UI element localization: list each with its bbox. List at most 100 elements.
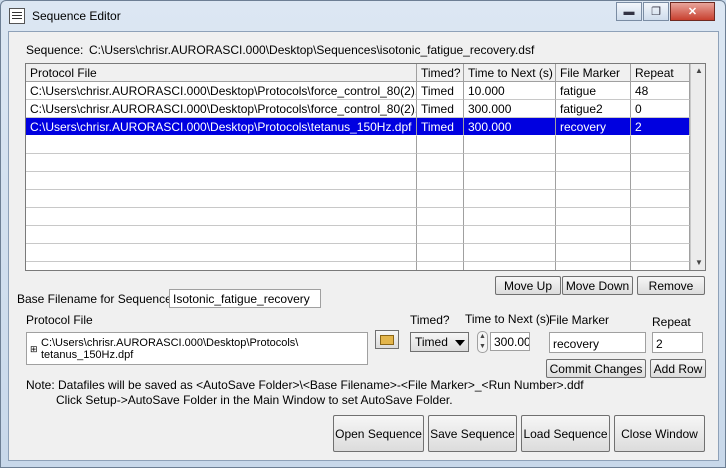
maximize-button[interactable]: ❐ bbox=[643, 2, 669, 21]
cell-timed[interactable]: Timed bbox=[417, 100, 464, 118]
cell-file-marker[interactable] bbox=[556, 190, 631, 208]
cell-timed[interactable] bbox=[417, 154, 464, 172]
move-up-button[interactable]: Move Up bbox=[495, 276, 561, 295]
col-time-to-next[interactable]: Time to Next (s) bbox=[464, 64, 556, 82]
cell-protocol-file[interactable] bbox=[26, 262, 417, 270]
base-filename-input[interactable]: Isotonic_fatigue_recovery bbox=[169, 289, 321, 308]
cell-repeat[interactable] bbox=[631, 136, 690, 154]
cell-file-marker[interactable] bbox=[556, 154, 631, 172]
cell-protocol-file[interactable] bbox=[26, 136, 417, 154]
cell-protocol-file[interactable] bbox=[26, 154, 417, 172]
cell-protocol-file[interactable] bbox=[26, 190, 417, 208]
cell-repeat[interactable] bbox=[631, 208, 690, 226]
table-row[interactable]: C:\Users\chrisr.AURORASCI.000\Desktop\Pr… bbox=[26, 100, 690, 118]
cell-file-marker[interactable] bbox=[556, 244, 631, 262]
table-row[interactable]: C:\Users\chrisr.AURORASCI.000\Desktop\Pr… bbox=[26, 82, 690, 100]
col-protocol-file[interactable]: Protocol File bbox=[26, 64, 417, 82]
cell-timed[interactable] bbox=[417, 226, 464, 244]
scroll-up-icon[interactable]: ▲ bbox=[695, 66, 703, 75]
file-marker-input[interactable]: recovery bbox=[549, 332, 646, 353]
cell-repeat[interactable] bbox=[631, 172, 690, 190]
cell-time-to-next[interactable] bbox=[464, 154, 556, 172]
remove-button[interactable]: Remove bbox=[637, 276, 705, 295]
cell-timed[interactable] bbox=[417, 244, 464, 262]
table-row[interactable] bbox=[26, 172, 690, 190]
protocol-table[interactable]: Protocol File Timed? Time to Next (s) Fi… bbox=[25, 63, 706, 271]
load-sequence-button[interactable]: Load Sequence bbox=[521, 415, 610, 452]
table-row[interactable] bbox=[26, 262, 690, 270]
table-scrollbar[interactable]: ▲ ▼ bbox=[690, 64, 705, 270]
table-row[interactable] bbox=[26, 226, 690, 244]
cell-file-marker[interactable] bbox=[556, 136, 631, 154]
cell-time-to-next[interactable] bbox=[464, 136, 556, 154]
cell-time-to-next[interactable] bbox=[464, 226, 556, 244]
cell-time-to-next[interactable] bbox=[464, 190, 556, 208]
cell-repeat[interactable] bbox=[631, 190, 690, 208]
table-row[interactable] bbox=[26, 136, 690, 154]
move-down-button[interactable]: Move Down bbox=[562, 276, 633, 295]
save-sequence-button[interactable]: Save Sequence bbox=[428, 415, 517, 452]
timed-select[interactable]: Timed bbox=[410, 332, 469, 352]
open-sequence-button[interactable]: Open Sequence bbox=[333, 415, 424, 452]
cell-time-to-next[interactable]: 10.000 bbox=[464, 82, 556, 100]
time-stepper[interactable]: ▲ ▼ bbox=[477, 331, 488, 353]
cell-file-marker[interactable] bbox=[556, 226, 631, 244]
cell-repeat[interactable]: 0 bbox=[631, 100, 690, 118]
scroll-down-icon[interactable]: ▼ bbox=[695, 258, 703, 267]
title-bar[interactable]: Sequence Editor ▬ ❐ ✕ bbox=[1, 1, 725, 31]
cell-time-to-next[interactable] bbox=[464, 244, 556, 262]
cell-protocol-file[interactable] bbox=[26, 226, 417, 244]
cell-file-marker[interactable] bbox=[556, 172, 631, 190]
cell-protocol-file[interactable] bbox=[26, 208, 417, 226]
path-browse-icon: ⊞ bbox=[30, 344, 38, 354]
browse-folder-button[interactable] bbox=[375, 330, 399, 349]
cell-timed[interactable] bbox=[417, 136, 464, 154]
cell-repeat[interactable]: 48 bbox=[631, 82, 690, 100]
sequence-editor-window: Sequence Editor ▬ ❐ ✕ Sequence: C:\Users… bbox=[0, 0, 726, 468]
cell-repeat[interactable]: 2 bbox=[631, 118, 690, 136]
col-file-marker[interactable]: File Marker bbox=[556, 64, 631, 82]
cell-protocol-file[interactable] bbox=[26, 172, 417, 190]
minimize-button[interactable]: ▬ bbox=[616, 2, 642, 21]
cell-file-marker[interactable]: fatigue2 bbox=[556, 100, 631, 118]
protocol-file-path[interactable]: ⊞ C:\Users\chrisr.AURORASCI.000\Desktop\… bbox=[26, 332, 368, 365]
close-button[interactable]: ✕ bbox=[670, 2, 715, 21]
cell-repeat[interactable] bbox=[631, 244, 690, 262]
cell-timed[interactable] bbox=[417, 190, 464, 208]
timed-select-value: Timed bbox=[415, 335, 448, 349]
cell-protocol-file[interactable]: C:\Users\chrisr.AURORASCI.000\Desktop\Pr… bbox=[26, 100, 417, 118]
table-row[interactable] bbox=[26, 154, 690, 172]
cell-protocol-file[interactable]: C:\Users\chrisr.AURORASCI.000\Desktop\Pr… bbox=[26, 118, 417, 136]
note-line2: Click Setup->AutoSave Folder in the Main… bbox=[56, 393, 453, 407]
cell-repeat[interactable] bbox=[631, 262, 690, 270]
table-row[interactable] bbox=[26, 190, 690, 208]
cell-timed[interactable] bbox=[417, 208, 464, 226]
cell-file-marker[interactable] bbox=[556, 208, 631, 226]
cell-file-marker[interactable] bbox=[556, 262, 631, 270]
cell-time-to-next[interactable] bbox=[464, 262, 556, 270]
cell-protocol-file[interactable] bbox=[26, 244, 417, 262]
cell-timed[interactable] bbox=[417, 172, 464, 190]
cell-repeat[interactable] bbox=[631, 226, 690, 244]
cell-timed[interactable]: Timed bbox=[417, 118, 464, 136]
cell-time-to-next[interactable] bbox=[464, 208, 556, 226]
commit-changes-button[interactable]: Commit Changes bbox=[546, 359, 646, 378]
cell-time-to-next[interactable]: 300.000 bbox=[464, 118, 556, 136]
table-row[interactable] bbox=[26, 244, 690, 262]
cell-protocol-file[interactable]: C:\Users\chrisr.AURORASCI.000\Desktop\Pr… bbox=[26, 82, 417, 100]
close-window-button[interactable]: Close Window bbox=[614, 415, 705, 452]
cell-timed[interactable] bbox=[417, 262, 464, 270]
cell-timed[interactable]: Timed bbox=[417, 82, 464, 100]
cell-file-marker[interactable]: recovery bbox=[556, 118, 631, 136]
cell-time-to-next[interactable] bbox=[464, 172, 556, 190]
table-row[interactable] bbox=[26, 208, 690, 226]
time-to-next-input[interactable]: 300.00 bbox=[490, 332, 530, 351]
add-row-button[interactable]: Add Row bbox=[650, 359, 706, 378]
col-timed[interactable]: Timed? bbox=[417, 64, 464, 82]
cell-file-marker[interactable]: fatigue bbox=[556, 82, 631, 100]
cell-time-to-next[interactable]: 300.000 bbox=[464, 100, 556, 118]
col-repeat[interactable]: Repeat bbox=[631, 64, 690, 82]
repeat-input[interactable]: 2 bbox=[652, 332, 703, 353]
cell-repeat[interactable] bbox=[631, 154, 690, 172]
table-row[interactable]: C:\Users\chrisr.AURORASCI.000\Desktop\Pr… bbox=[26, 118, 690, 136]
